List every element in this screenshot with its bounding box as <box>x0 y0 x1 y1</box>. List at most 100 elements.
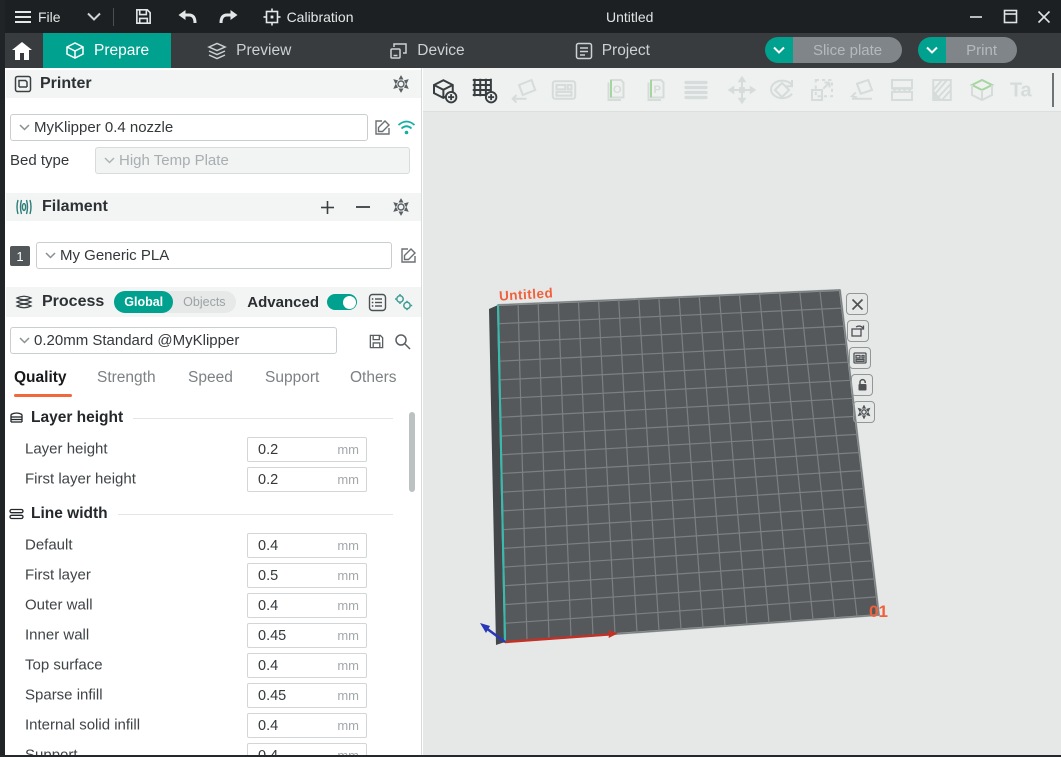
arrange-plate-button[interactable] <box>847 320 869 342</box>
build-plate-canvas[interactable] <box>423 112 1061 757</box>
process-preset-combo[interactable]: 0.20mm Standard @MyKlipper <box>10 327 337 354</box>
tab-speed[interactable]: Speed <box>188 369 233 387</box>
close-button[interactable] <box>1027 0 1061 33</box>
sidebar-scrollbar-thumb[interactable] <box>409 412 415 492</box>
parameter-list-icon[interactable] <box>365 290 389 314</box>
setting-input[interactable]: 0.45 mm <box>247 623 367 648</box>
tab-strength[interactable]: Strength <box>97 369 156 387</box>
text-tool-button[interactable]: Ta <box>1006 74 1038 106</box>
setting-label: Layer height <box>25 441 108 458</box>
application-window: File Calibration <box>0 0 1061 757</box>
tab-preview[interactable]: Preview <box>185 33 313 68</box>
calibration-button[interactable]: Calibration <box>263 8 354 26</box>
assembly-view-button[interactable] <box>966 74 998 106</box>
setting-unit: mm <box>337 658 359 673</box>
setting-input[interactable]: 0.4 mm <box>247 713 367 738</box>
import-objects-button[interactable]: O <box>600 74 632 106</box>
print-split-button: Print <box>918 37 1017 63</box>
undo-button[interactable] <box>177 9 197 25</box>
remove-filament-icon[interactable] <box>351 195 375 219</box>
compare-presets-icon[interactable] <box>391 290 415 314</box>
tab-device[interactable]: Device <box>367 33 486 68</box>
print-dropdown[interactable] <box>918 37 946 63</box>
setting-value: 0.4 <box>258 718 278 734</box>
filament-slot-badge[interactable]: 1 <box>10 246 30 266</box>
add-filament-icon[interactable] <box>315 195 339 219</box>
titlebar: File Calibration <box>0 0 1061 33</box>
advanced-toggle[interactable] <box>327 294 357 310</box>
toggle-knob <box>343 296 356 309</box>
slice-plate-button[interactable]: Slice plate <box>793 37 902 63</box>
save-button[interactable] <box>134 7 153 26</box>
minimize-button[interactable] <box>959 0 993 33</box>
tab-prepare[interactable]: Prepare <box>43 33 171 68</box>
delete-plate-button[interactable] <box>846 293 868 315</box>
setting-label: Top surface <box>25 657 103 674</box>
fill-color-tool-button[interactable] <box>926 74 958 106</box>
setting-row: Outer wall 0.4 mm <box>0 590 407 620</box>
split-tool-button[interactable] <box>886 74 918 106</box>
lock-plate-button[interactable] <box>851 374 873 396</box>
tab-others[interactable]: Others <box>350 369 397 387</box>
tab-project-label: Project <box>602 42 650 60</box>
printer-settings-gear-icon[interactable] <box>389 72 413 96</box>
scope-objects-button[interactable]: Objects <box>173 291 235 313</box>
filament-preset-value: My Generic PLA <box>60 247 169 264</box>
chevron-down-icon <box>45 252 56 259</box>
slice-plate-dropdown[interactable] <box>765 37 793 63</box>
move-tool-button[interactable] <box>726 74 758 106</box>
setting-input[interactable]: 0.4 mm <box>247 653 367 678</box>
setting-label: Default <box>25 537 73 554</box>
maximize-button[interactable] <box>993 0 1027 33</box>
scope-global-button[interactable]: Global <box>114 291 173 313</box>
printer-section-title: Printer <box>40 75 92 93</box>
filament-settings-gear-icon[interactable] <box>389 195 413 219</box>
toolbar-separator <box>1052 73 1054 107</box>
file-menu[interactable]: File <box>14 9 61 25</box>
scale-tool-button[interactable] <box>806 74 838 106</box>
home-button[interactable] <box>0 33 43 68</box>
setting-row: Layer height 0.2 mm <box>0 434 407 464</box>
layers-list-button[interactable] <box>680 74 712 106</box>
add-plate-button[interactable] <box>468 74 500 106</box>
filament-icon <box>14 199 34 215</box>
file-menu-expand[interactable] <box>87 12 101 21</box>
auto-orient-button[interactable] <box>508 74 540 106</box>
parameter-tabbar: Quality Strength Speed Support Others <box>0 365 422 398</box>
add-object-button[interactable] <box>428 74 460 106</box>
save-preset-icon[interactable] <box>364 329 388 353</box>
edit-filament-icon[interactable] <box>396 243 420 267</box>
search-icon[interactable] <box>390 329 414 353</box>
filament-preset-combo[interactable]: My Generic PLA <box>36 242 392 269</box>
tab-project[interactable]: Project <box>553 33 672 68</box>
setting-input[interactable]: 0.5 mm <box>247 563 367 588</box>
tab-device-label: Device <box>417 42 464 60</box>
plate-settings-button[interactable] <box>849 347 871 369</box>
print-button[interactable]: Print <box>946 37 1017 63</box>
setting-input[interactable]: 0.4 mm <box>247 533 367 558</box>
plate-gear-button[interactable] <box>853 401 875 423</box>
setting-input[interactable]: 0.2 mm <box>247 437 367 462</box>
group-divider <box>118 514 393 515</box>
bed-type-combo[interactable]: High Temp Plate <box>95 147 410 174</box>
printer-section-header: Printer <box>6 70 421 98</box>
rotate-tool-button[interactable] <box>766 74 798 106</box>
arrange-button[interactable] <box>548 74 580 106</box>
printer-preset-combo[interactable]: MyKlipper 0.4 nozzle <box>10 114 368 141</box>
setting-input[interactable]: 0.4 mm <box>247 593 367 618</box>
edit-printer-icon[interactable] <box>370 115 394 139</box>
redo-button[interactable] <box>219 9 239 25</box>
viewport-3d[interactable]: O P <box>423 68 1061 757</box>
wifi-icon[interactable] <box>394 115 418 139</box>
calibration-icon <box>263 8 281 26</box>
process-preset-value: 0.20mm Standard @MyKlipper <box>34 332 239 349</box>
advanced-label: Advanced <box>247 294 319 311</box>
lay-flat-tool-button[interactable] <box>846 74 878 106</box>
setting-input[interactable]: 0.2 mm <box>247 467 367 492</box>
tab-support[interactable]: Support <box>265 369 319 387</box>
svg-text:P: P <box>653 84 661 96</box>
setting-input[interactable]: 0.45 mm <box>247 683 367 708</box>
import-page-button[interactable]: P <box>640 74 672 106</box>
setting-label: Outer wall <box>25 597 93 614</box>
tab-quality[interactable]: Quality <box>14 369 67 387</box>
